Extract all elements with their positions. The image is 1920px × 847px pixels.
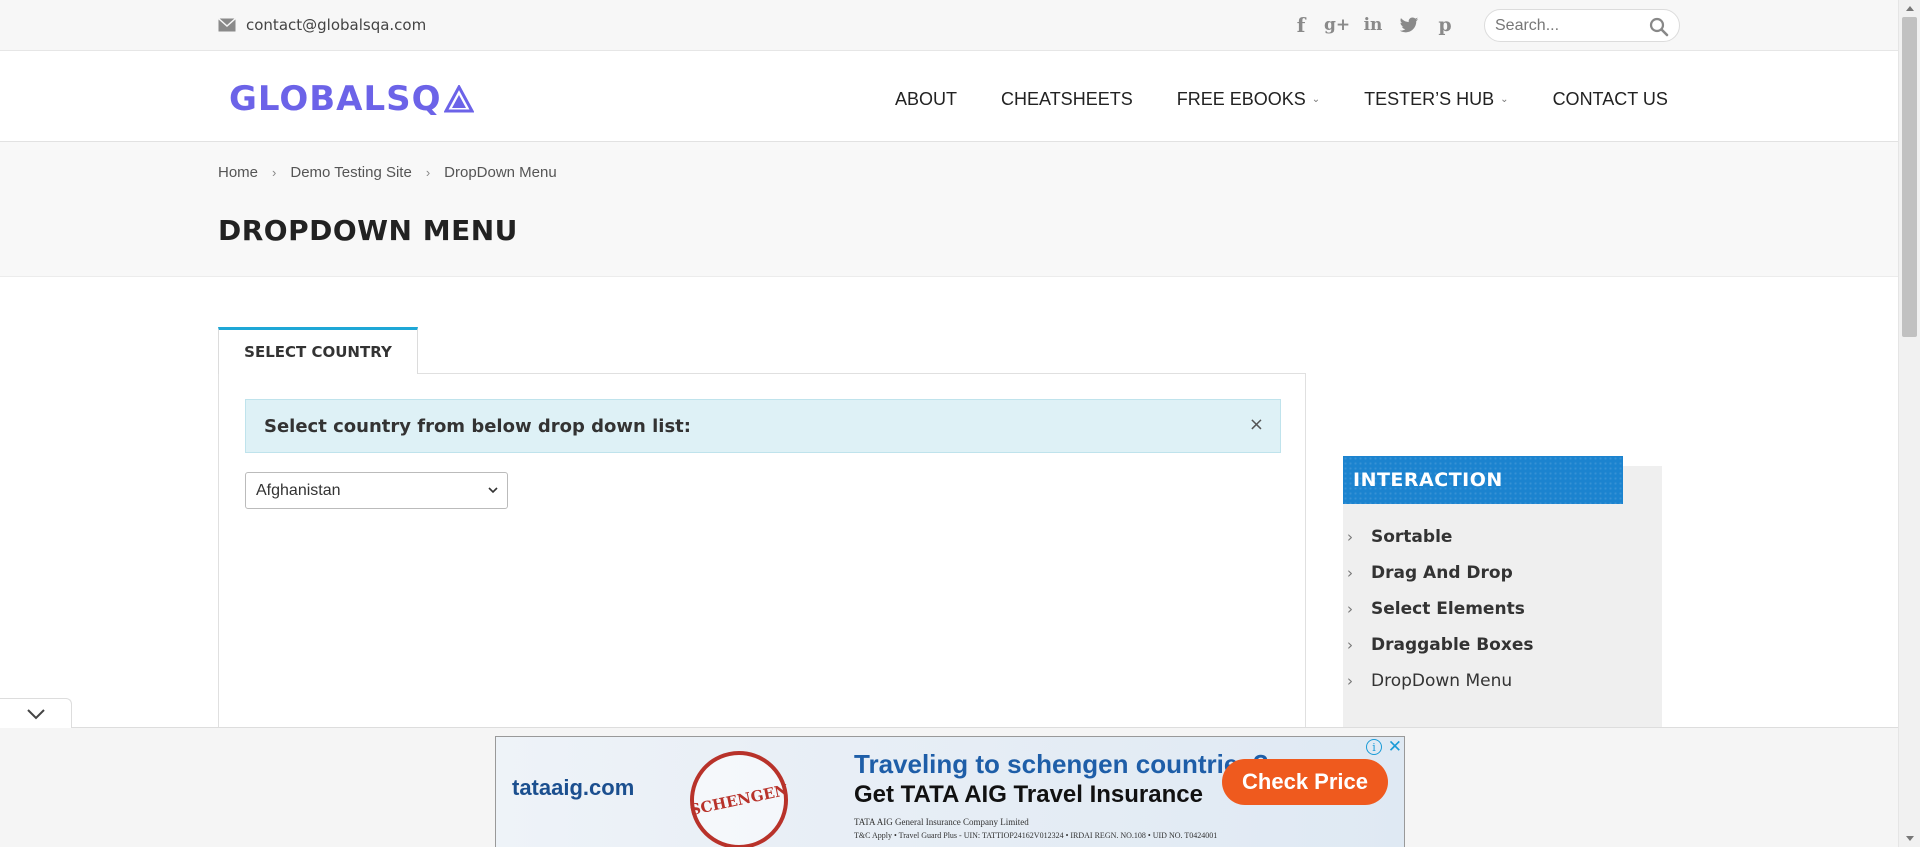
sidebar-item-drag-and-drop[interactable]: › Drag And Drop	[1343, 555, 1533, 591]
logo-text: GLOBALSQ	[229, 79, 442, 119]
nav-testers-hub[interactable]: TESTER’S HUB ⌄	[1364, 89, 1508, 110]
chevron-down-icon	[488, 487, 498, 494]
ad-close-icon[interactable]: ✕	[1388, 737, 1402, 757]
nav-contact-us[interactable]: CONTACT US	[1553, 89, 1668, 110]
ad-headline-1: Traveling to schengen countries?	[854, 749, 1269, 779]
nav-free-ebooks-label: FREE EBOOKS	[1176, 89, 1306, 109]
nav-cheatsheets[interactable]: CHEATSHEETS	[1001, 89, 1133, 110]
sidebar-item-label: Draggable Boxes	[1371, 635, 1534, 655]
ad-info-icon[interactable]: i	[1366, 739, 1382, 755]
chevron-down-icon: ⌄	[1311, 94, 1321, 105]
sidebar-item-label: Sortable	[1371, 527, 1453, 547]
chevron-right-icon: ›	[1347, 636, 1353, 654]
stamp-text: SCHENGEN	[688, 780, 790, 820]
sidebar-item-label: Select Elements	[1371, 599, 1525, 619]
sidebar-item-sortable[interactable]: › Sortable	[1343, 519, 1533, 555]
page-scrollbar[interactable]	[1898, 0, 1920, 847]
nav-cheatsheets-label: CHEATSHEETS	[1001, 89, 1133, 109]
bottom-ad-bar: tataaig.com SCHENGEN Traveling to scheng…	[0, 727, 1898, 847]
page-title: DROPDOWN MENU	[218, 214, 518, 247]
alert-text: Select country from below drop down list…	[264, 415, 691, 437]
ad-collapse-button[interactable]	[0, 698, 72, 728]
scroll-up-icon[interactable]	[1906, 6, 1914, 11]
breadcrumb-current: DropDown Menu	[444, 164, 557, 181]
sidebar-item-select-elements[interactable]: › Select Elements	[1343, 591, 1533, 627]
site-logo[interactable]: GLOBALSQ	[229, 79, 474, 119]
nav-contact-us-label: CONTACT US	[1552, 89, 1668, 109]
google-plus-icon[interactable]: g+	[1324, 14, 1350, 36]
close-icon[interactable]: ×	[1249, 414, 1264, 435]
contact-email[interactable]: contact@globalsqa.com	[218, 16, 426, 34]
nav-about[interactable]: ABOUT	[895, 89, 957, 110]
chevron-right-icon: ›	[1347, 600, 1353, 618]
check-price-button[interactable]: Check Price	[1222, 759, 1388, 805]
chevron-down-icon	[26, 708, 45, 719]
sidebar-item-draggable-boxes[interactable]: › Draggable Boxes	[1343, 627, 1533, 663]
search-input[interactable]	[1495, 16, 1645, 36]
main-nav: ABOUT CHEATSHEETS FREE EBOOKS ⌄ TESTER’S …	[895, 89, 1668, 110]
schengen-stamp: SCHENGEN	[680, 741, 798, 847]
chevron-right-icon: ›	[1347, 564, 1353, 582]
page-title-band: Home › Demo Testing Site › DropDown Menu…	[0, 142, 1898, 277]
sidebar-item-label: DropDown Menu	[1371, 671, 1513, 691]
social-links: f g+ in p	[1290, 13, 1456, 37]
tab-select-country[interactable]: SELECT COUNTRY	[218, 327, 418, 374]
chevron-right-icon: ›	[425, 165, 431, 180]
linkedin-icon[interactable]: in	[1362, 14, 1384, 36]
country-select[interactable]: Afghanistan	[245, 472, 508, 509]
search-icon[interactable]	[1649, 17, 1669, 37]
facebook-icon[interactable]: f	[1290, 13, 1312, 37]
nav-free-ebooks[interactable]: FREE EBOOKS ⌄	[1177, 89, 1320, 110]
search-box	[1484, 9, 1680, 42]
sidebar-item-label: Drag And Drop	[1371, 563, 1513, 583]
scroll-down-icon[interactable]	[1906, 836, 1914, 841]
ad-fineprint-2: T&C Apply • Travel Guard Plus - UIN: TAT…	[854, 831, 1218, 840]
top-bar: contact@globalsqa.com f g+ in p	[0, 0, 1898, 51]
chevron-down-icon: ⌄	[1500, 94, 1509, 105]
chevron-right-icon: ›	[1347, 528, 1353, 546]
sidebar-heading: INTERACTION	[1343, 456, 1623, 504]
breadcrumb-home[interactable]: Home	[218, 164, 258, 181]
sidebar-list: › Sortable › Drag And Drop › Select Element…	[1343, 519, 1533, 699]
nav-testers-hub-label: TESTER’S HUB	[1364, 89, 1495, 109]
breadcrumb: Home › Demo Testing Site › DropDown Menu	[218, 164, 557, 181]
nav-about-label: ABOUT	[895, 89, 958, 109]
mail-icon	[218, 18, 236, 32]
logo-triangle-icon	[443, 85, 474, 113]
breadcrumb-demo-testing-site[interactable]: Demo Testing Site	[290, 164, 411, 181]
tab-panel: Select country from below drop down list…	[218, 373, 1306, 733]
ad-brand: tataaig.com	[512, 775, 635, 800]
ad-fineprint-1: TATA AIG General Insurance Company Limit…	[854, 817, 1029, 827]
sidebar-widget: INTERACTION › Sortable › Drag And Drop › Se…	[1343, 456, 1662, 732]
contact-email-text: contact@globalsqa.com	[246, 16, 427, 34]
ad-banner[interactable]: tataaig.com SCHENGEN Traveling to scheng…	[495, 736, 1405, 847]
chevron-right-icon: ›	[272, 165, 277, 180]
info-alert: Select country from below drop down list…	[245, 399, 1281, 453]
country-select-value: Afghanistan	[256, 481, 341, 499]
twitter-icon[interactable]	[1398, 14, 1420, 36]
site-header: GLOBALSQ ABOUT CHEATSHEETS FREE EBOOKS ⌄ …	[0, 51, 1898, 142]
scrollbar-thumb[interactable]	[1902, 17, 1917, 337]
ad-headline-2: Get TATA AIG Travel Insurance	[854, 781, 1203, 808]
pinterest-icon[interactable]: p	[1434, 14, 1456, 36]
sidebar-item-dropdown-menu[interactable]: › DropDown Menu	[1343, 663, 1533, 699]
chevron-right-icon: ›	[1347, 672, 1353, 690]
